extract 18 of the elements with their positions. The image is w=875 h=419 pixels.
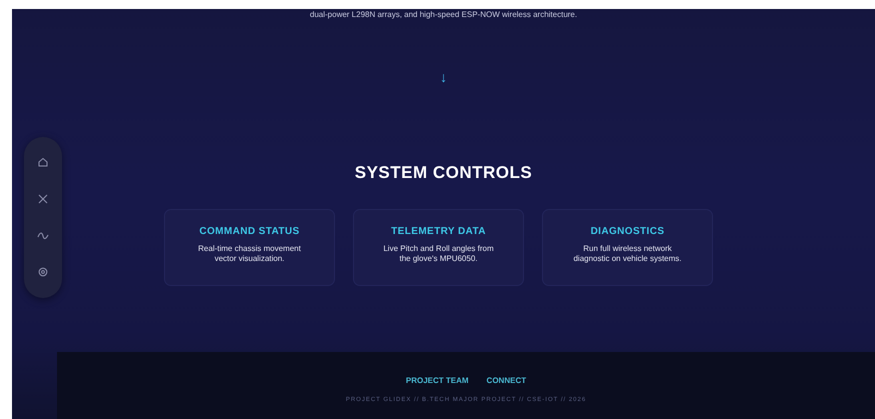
intro-text: dual-power L298N arrays, and high-speed ESP-NOW wireless architecture. (310, 10, 578, 19)
card-title: TELEMETRY DATA (391, 226, 486, 237)
feature-card[interactable]: COMMAND STATUS Real-time chassis movement vector visualization. (164, 209, 335, 286)
footer-link[interactable]: CONNECT (486, 376, 526, 385)
footer-link[interactable]: PROJECT TEAM (406, 376, 469, 385)
card-title: DIAGNOSTICS (590, 226, 664, 237)
home-icon[interactable] (37, 157, 49, 170)
scroll-arrow[interactable]: ↓ (440, 69, 447, 85)
card-title: COMMAND STATUS (199, 226, 300, 237)
card-description: Live Pitch and Roll angles from the glove's MPU6050. (382, 244, 495, 264)
feature-card[interactable]: DIAGNOSTICS Run full wireless network diagnostic on vehicle systems. (542, 209, 713, 286)
card-description: Run full wireless network diagnostic on vehicle systems. (572, 244, 683, 264)
section-title: SYSTEM CONTROLS (354, 163, 532, 183)
close-icon[interactable] (37, 193, 49, 206)
feature-card[interactable]: TELEMETRY DATA Live Pitch and Roll angles from the glove's MPU6050. (353, 209, 524, 286)
card-description: Real-time chassis movement vector visualization. (197, 244, 302, 264)
wave-icon[interactable] (37, 230, 49, 242)
settings-icon[interactable] (37, 266, 49, 278)
